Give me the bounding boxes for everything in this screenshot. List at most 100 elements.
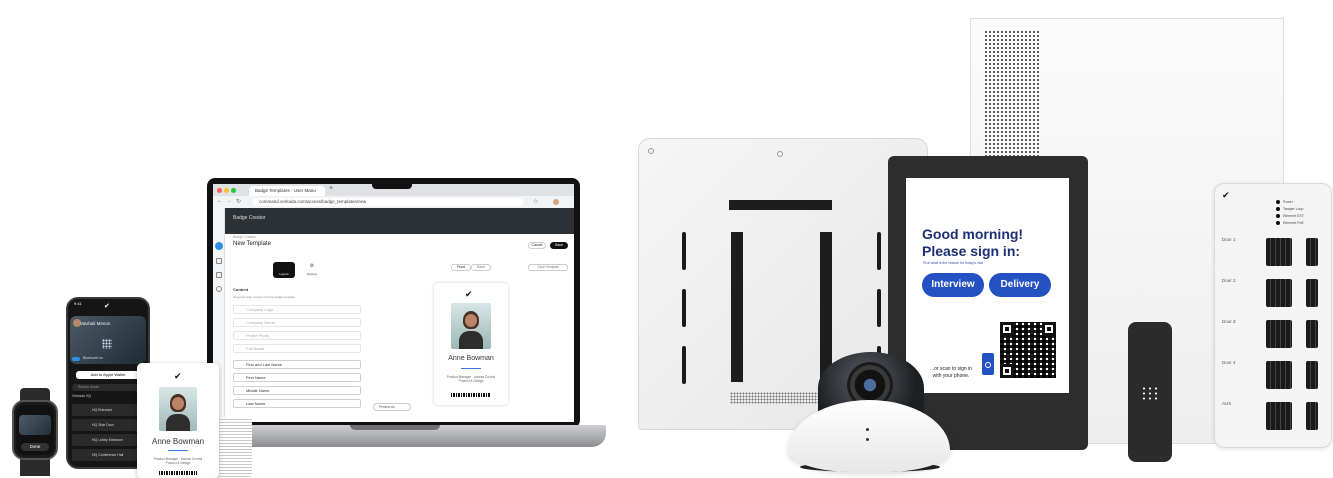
content-item[interactable]: Last Name (233, 399, 361, 408)
front-toggle[interactable]: Front (451, 264, 471, 271)
watch-band (20, 458, 50, 476)
tamper-led (1276, 207, 1280, 211)
terminal-block (1266, 320, 1292, 348)
barcode (159, 471, 197, 475)
verkada-logo-icon: ✔ (465, 289, 473, 299)
mounting-slot (682, 232, 686, 270)
phone-time: 9:41 (74, 301, 82, 306)
tab-layout[interactable]: Layout (273, 262, 295, 278)
door-list-item[interactable]: HQ Entrance (72, 404, 144, 416)
door-list-item[interactable]: HQ Side Door (72, 419, 144, 431)
content-item[interactable]: Full Name (233, 344, 361, 353)
badge-preview: ✔ Anne Bowman Product Manager - Access C… (434, 283, 508, 405)
access-nav-icon[interactable] (215, 242, 223, 250)
app-header: Badge Creator (213, 208, 574, 234)
badge-stack (216, 417, 252, 477)
content-item[interactable]: Company Logo (233, 305, 361, 314)
terminal-block (1266, 238, 1292, 266)
sign-in-qr-code[interactable] (1000, 322, 1056, 378)
watch-done-button[interactable]: Done (21, 443, 49, 451)
badge-department: Product & Design (165, 461, 191, 465)
close-window-icon[interactable] (217, 188, 222, 193)
terminal-rail (820, 232, 832, 382)
minimize-window-icon[interactable] (224, 188, 229, 193)
terminal-block (1306, 238, 1318, 266)
led-label: Ethernet EXT (1283, 214, 1305, 218)
maximize-window-icon[interactable] (231, 188, 236, 193)
save-button[interactable]: Save (550, 242, 568, 249)
screw-hole-icon (648, 148, 654, 154)
content-item[interactable]: First and Last Name (233, 360, 361, 369)
door-port-label: Door 3 (1222, 319, 1236, 324)
phone-user-name: Vaishali Menon (80, 321, 111, 326)
gear-icon: ⚙ (309, 263, 315, 269)
clear-template-button[interactable]: Clear Template (528, 264, 568, 271)
content-item[interactable]: Company Name (233, 318, 361, 327)
door-port-label: Door 1 (1222, 237, 1236, 242)
cameras-nav-icon[interactable] (216, 258, 222, 264)
barcode (451, 393, 491, 397)
mounting-slot (682, 289, 686, 327)
interview-button[interactable]: Interview (922, 273, 984, 297)
reader-keypad-dots (1141, 386, 1159, 402)
template-name-input[interactable]: New Template (233, 241, 271, 247)
mounting-slot (877, 232, 881, 270)
laptop-display: Badge Templates - User Manu + ← → ↻ comm… (213, 184, 574, 422)
terminal-block (1306, 361, 1318, 389)
door-group-label: Verkada HQ (72, 394, 92, 398)
divider (168, 450, 188, 451)
cancel-button[interactable]: Cancel (528, 242, 546, 249)
content-item[interactable]: Middle Name (233, 386, 361, 395)
back-arrow-icon[interactable]: ← (217, 198, 223, 204)
screw-hole-icon (777, 151, 783, 157)
terminal-block (1306, 402, 1318, 430)
section-title: Content (233, 287, 249, 292)
laptop-trackpad-notch (350, 425, 440, 430)
phone-icon (982, 353, 994, 375)
terminal-rail (731, 232, 743, 382)
door-port-label: Door 4 (1222, 360, 1236, 365)
section-hint: Drag and drop content into the badge tem… (233, 295, 296, 299)
terminal-block (1266, 361, 1292, 389)
mounting-slot (877, 289, 881, 327)
terminal-block (1266, 402, 1292, 430)
profile-photo (451, 303, 491, 349)
ethernet-poe-led (1276, 221, 1280, 225)
door-list-item[interactable]: HQ Conference Hall (72, 449, 144, 461)
browser-tab[interactable]: Badge Templates - User Manu (249, 186, 325, 196)
settings-nav-icon[interactable] (216, 286, 222, 292)
status-led (866, 438, 869, 441)
laptop-camera-notch (372, 182, 412, 189)
profile-avatar-icon[interactable] (553, 199, 559, 205)
verkada-logo-icon: ✔ (1222, 190, 1230, 200)
terminal-block (1306, 279, 1318, 307)
badge-holder-name: Anne Bowman (151, 437, 205, 446)
bookmark-star-icon[interactable]: ☆ (533, 198, 538, 205)
scan-instructions: ...or scan to sign in with your phone. (930, 366, 972, 379)
preview-as-select[interactable]: Preview As (373, 403, 411, 411)
door-port-label: Door 2 (1222, 278, 1236, 283)
door-search-input[interactable]: Search doors (72, 384, 144, 391)
content-item[interactable]: First Name (233, 373, 361, 382)
terminal-block (1266, 279, 1292, 307)
add-to-wallet-button[interactable]: Add to Apple Wallet (76, 371, 140, 379)
vent-grille (984, 30, 1040, 160)
page-overline: Badge Creator (233, 235, 256, 239)
content-item[interactable]: Profile Photo (233, 331, 361, 340)
back-toggle[interactable]: Back (471, 264, 491, 271)
badge-card: ✔ Anne Bowman Product Manager - Access C… (137, 363, 219, 478)
new-tab-icon[interactable]: + (329, 185, 333, 192)
profile-photo (159, 387, 197, 431)
reports-nav-icon[interactable] (216, 272, 222, 278)
tab-settings[interactable]: ⚙ Settings (301, 262, 323, 278)
bluetooth-toggle[interactable] (72, 357, 80, 361)
mounting-slot (682, 346, 686, 384)
url-field[interactable]: command.verkada.com/access/badge_templat… (253, 198, 523, 206)
breadcrumb[interactable]: Badge Creator (233, 215, 266, 221)
forward-arrow-icon[interactable]: → (226, 198, 232, 204)
reload-icon[interactable]: ↻ (236, 198, 241, 205)
bluetooth-label: Bluetooth on (83, 356, 103, 360)
door-list-item[interactable]: HQ Lobby Entrance (72, 434, 144, 446)
delivery-button[interactable]: Delivery (989, 273, 1051, 297)
vent-holes (730, 392, 832, 404)
